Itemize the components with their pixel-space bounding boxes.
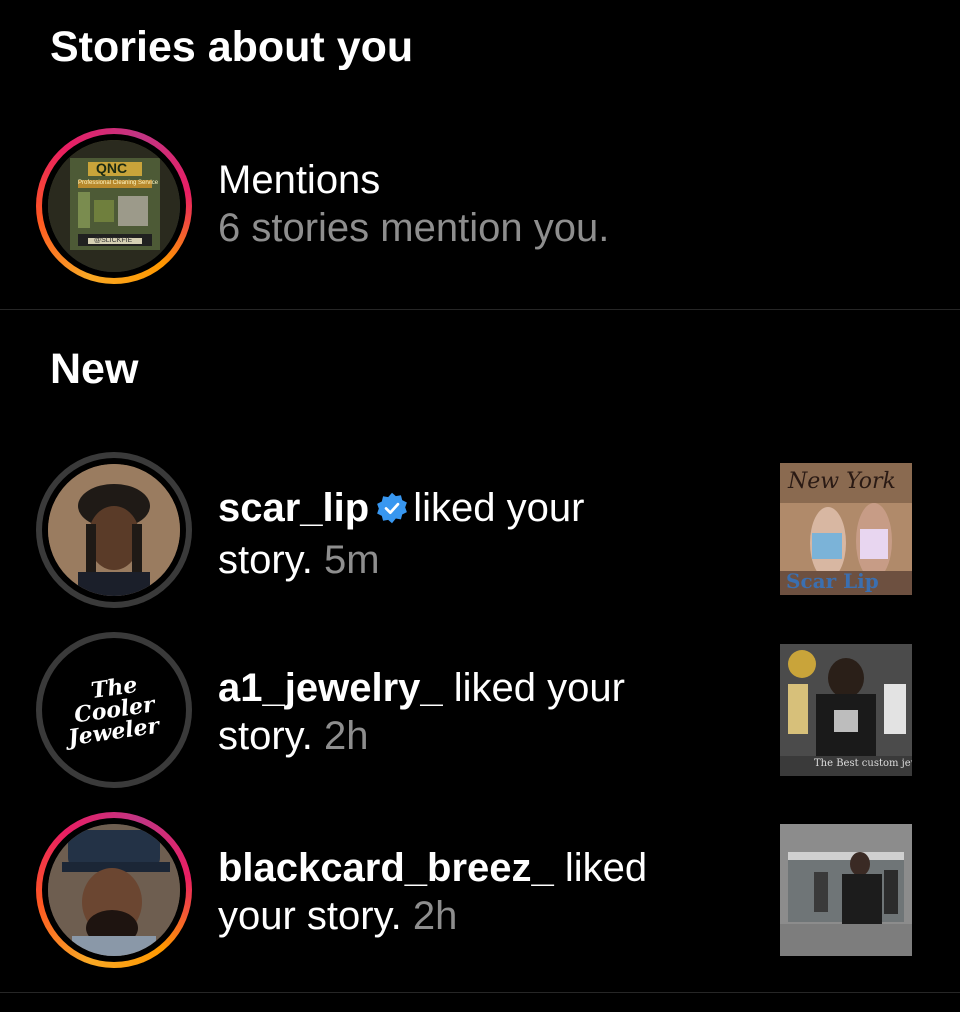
avatar[interactable]	[36, 452, 192, 608]
story-thumbnail[interactable]: New York Scar Lip	[780, 463, 912, 595]
thumbnail-title: New York	[788, 469, 896, 494]
mentions-avatar-image: QNC Professional Cleaning Service @SLICK…	[48, 140, 180, 272]
timestamp: 2h	[412, 894, 458, 938]
timestamp: 5m	[323, 538, 380, 582]
action-text: liked	[564, 846, 648, 890]
avatar[interactable]	[36, 812, 192, 968]
avatar-image	[48, 824, 180, 956]
section-divider	[0, 309, 960, 310]
story-thumbnail[interactable]	[780, 824, 912, 956]
notification-row[interactable]: blackcard_breez_ liked your story. 2h	[0, 812, 960, 972]
mentions-text: Mentions 6 stories mention you.	[218, 156, 609, 252]
action-text-cont: story.	[218, 538, 313, 582]
mentions-avatar-handle: @SLICKFIE	[94, 237, 133, 244]
mentions-avatar[interactable]: QNC Professional Cleaning Service @SLICK…	[36, 128, 192, 284]
mentions-title: Mentions	[218, 158, 381, 202]
notification-text: scar_lip liked your story. 5m	[218, 484, 584, 584]
mentions-avatar-line: Professional Cleaning Service	[78, 180, 159, 186]
mentions-row[interactable]: QNC Professional Cleaning Service @SLICK…	[0, 128, 960, 288]
avatar-image: The Cooler Jeweler	[48, 644, 180, 776]
mentions-subtitle: 6 stories mention you.	[218, 206, 610, 250]
notification-row[interactable]: scar_lip liked your story. 5m New York Sc…	[0, 452, 960, 612]
action-text-cont: your story.	[218, 894, 402, 938]
notification-text: a1_jewelry_ liked your story. 2h	[218, 664, 625, 760]
action-text: liked your	[453, 666, 625, 710]
notification-row[interactable]: The Cooler Jeweler a1_jewelry_ liked you…	[0, 632, 960, 792]
thumbnail-caption: The Best custom jewelry	[814, 758, 912, 769]
verified-badge-icon	[375, 488, 409, 536]
avatar[interactable]: The Cooler Jeweler	[36, 632, 192, 788]
username[interactable]: blackcard_breez_	[218, 846, 554, 890]
action-text-cont: story.	[218, 714, 313, 758]
bottom-divider	[0, 992, 960, 993]
username[interactable]: a1_jewelry_	[218, 666, 443, 710]
avatar-image	[48, 464, 180, 596]
username[interactable]: scar_lip	[218, 486, 369, 530]
mentions-avatar-brand: QNC	[96, 160, 128, 176]
story-thumbnail[interactable]: The Best custom jewelry	[780, 644, 912, 776]
notification-text: blackcard_breez_ liked your story. 2h	[218, 844, 647, 940]
thumbnail-caption: Scar Lip	[786, 569, 879, 593]
new-section-title: New	[50, 345, 139, 393]
timestamp: 2h	[323, 714, 369, 758]
stories-about-you-title: Stories about you	[50, 23, 414, 71]
action-text: liked your	[413, 486, 585, 530]
